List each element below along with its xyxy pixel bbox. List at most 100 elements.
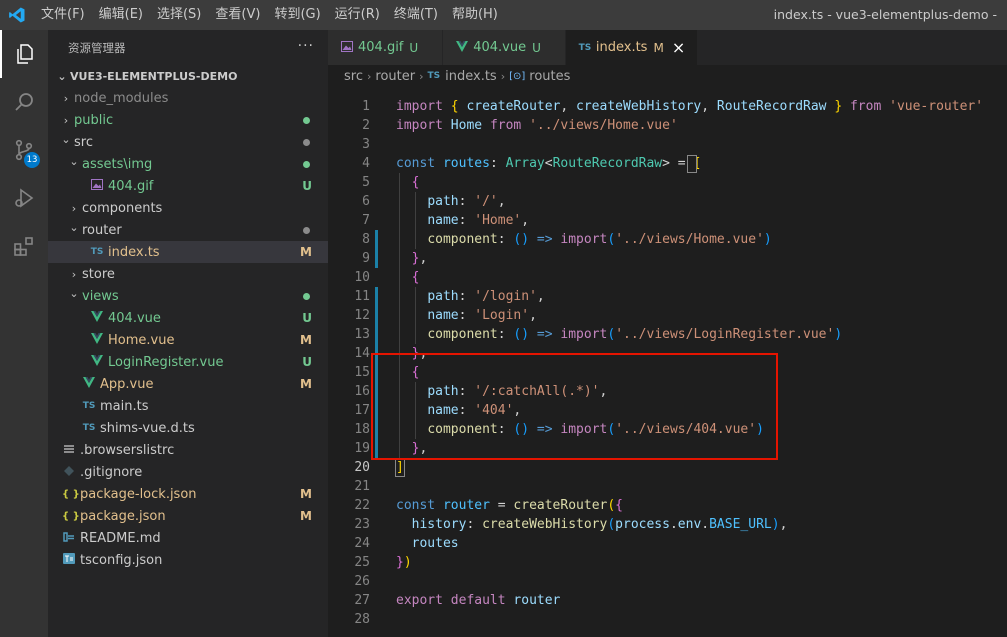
line-number: 21 xyxy=(354,479,370,494)
tree-item-assets-img[interactable]: ⌄ assets\img xyxy=(48,153,328,175)
code-line: 24 routes xyxy=(328,534,1007,553)
window-title: index.ts - vue3-elementplus-demo - xyxy=(773,7,997,22)
menu-item[interactable]: 选择(S) xyxy=(150,0,208,30)
line-number: 7 xyxy=(362,213,370,228)
tree-item-src[interactable]: ⌄ src xyxy=(48,131,328,153)
line-number: 26 xyxy=(354,574,370,589)
chevron-down-icon: ⌄ xyxy=(69,286,79,300)
line-number: 17 xyxy=(354,403,370,418)
breadcrumb-src[interactable]: src xyxy=(344,69,363,84)
tab-git-status: U xyxy=(409,40,419,55)
tree-item-index-ts[interactable]: TS index.ts M xyxy=(48,241,328,263)
more-actions-icon[interactable]: ··· xyxy=(298,38,314,54)
changes-dot-icon xyxy=(303,160,310,168)
git-status-badge: M xyxy=(300,509,312,523)
code-text: history: createWebHistory(process.env.BA… xyxy=(411,517,788,532)
source-control-icon[interactable]: 13 xyxy=(0,126,48,174)
tree-item-shims-vue-d-ts[interactable]: TS shims-vue.d.ts xyxy=(48,417,328,439)
line-number: 4 xyxy=(362,156,370,171)
menu-item[interactable]: 运行(R) xyxy=(328,0,387,30)
tree-item-label: LoginRegister.vue xyxy=(108,354,224,370)
tab-index-ts[interactable]: TS index.ts M × xyxy=(565,30,699,65)
md-file-icon xyxy=(62,531,76,545)
git-status-badge: M xyxy=(300,245,312,259)
tab-404-gif[interactable]: 404.gif U xyxy=(328,30,444,65)
tree-item-404-vue[interactable]: 404.vue U xyxy=(48,307,328,329)
menu-item[interactable]: 文件(F) xyxy=(34,0,92,30)
editor-area: 404.gif U 404.vue U TS index.ts M × src › route… xyxy=(328,30,1007,637)
ts-file-icon: TS xyxy=(90,247,104,257)
menu-item[interactable]: 编辑(E) xyxy=(92,0,150,30)
tree-item-gitignore[interactable]: .gitignore xyxy=(48,461,328,483)
tree-item-store[interactable]: › store xyxy=(48,263,328,285)
project-section-header[interactable]: ⌄ VUE3-ELEMENTPLUS-DEMO xyxy=(48,65,328,87)
sidebar-header: 资源管理器 ··· xyxy=(48,30,328,65)
tab-label: 404.gif xyxy=(358,40,404,55)
tree-item-app-vue[interactable]: App.vue M xyxy=(48,373,328,395)
menu-item[interactable]: 查看(V) xyxy=(208,0,267,30)
explorer-icon[interactable] xyxy=(0,30,48,78)
modified-gutter-marker xyxy=(375,230,378,268)
menu-item[interactable]: 帮助(H) xyxy=(445,0,505,30)
tree-item-browserslistrc[interactable]: .browserslistrc xyxy=(48,439,328,461)
variable-symbol-icon: [⊙] xyxy=(509,70,526,82)
code-line: 4 const routes: Array<RouteRecordRaw> = [ xyxy=(328,154,1007,173)
run-debug-icon[interactable] xyxy=(0,174,48,222)
changes-dot-icon xyxy=(303,226,310,234)
breadcrumb-index-ts[interactable]: index.ts xyxy=(445,69,497,84)
menu-item[interactable]: 终端(T) xyxy=(387,0,445,30)
extensions-icon[interactable] xyxy=(0,222,48,270)
tree-item-package-json[interactable]: { } package.json M xyxy=(48,505,328,527)
ts-file-icon: TS xyxy=(427,71,441,81)
line-number: 6 xyxy=(362,194,370,209)
tree-item-router[interactable]: ⌄ router xyxy=(48,219,328,241)
code-line: 2 import Home from '../views/Home.vue' xyxy=(328,116,1007,135)
code-line: 26 xyxy=(328,572,1007,591)
tree-item-home-vue[interactable]: Home.vue M xyxy=(48,329,328,351)
tree-item-loginregister-vue[interactable]: LoginRegister.vue U xyxy=(48,351,328,373)
tree-item-views[interactable]: ⌄ views xyxy=(48,285,328,307)
json-file-icon: { } xyxy=(62,510,80,522)
search-icon[interactable] xyxy=(0,78,48,126)
tree-item-public[interactable]: › public xyxy=(48,109,328,131)
tree-item-components[interactable]: › components xyxy=(48,197,328,219)
line-number: 25 xyxy=(354,555,370,570)
tree-item-main-ts[interactable]: TS main.ts xyxy=(48,395,328,417)
close-icon[interactable]: × xyxy=(672,38,685,57)
code-line: 20] xyxy=(328,458,1007,477)
tree-item-readme-md[interactable]: README.md xyxy=(48,527,328,549)
code-text: }, xyxy=(411,251,428,266)
chevron-down-icon: ⌄ xyxy=(57,69,67,83)
code-text: import { createRouter, createWebHistory,… xyxy=(396,99,984,114)
code-line: 27 export default router xyxy=(328,591,1007,610)
tree-item-package-lock-json[interactable]: { } package-lock.json M xyxy=(48,483,328,505)
chevron-right-icon: › xyxy=(63,113,69,127)
indent-guide xyxy=(415,192,416,249)
line-number: 16 xyxy=(354,384,370,399)
code-text: component: () => import('../views/Home.v… xyxy=(427,232,772,247)
line-number: 11 xyxy=(354,289,370,304)
line-number: 2 xyxy=(362,118,370,133)
tree-item-tsconfig-json[interactable]: tsconfig.json xyxy=(48,549,328,571)
tree-item-label: views xyxy=(82,288,119,304)
changes-dot-icon xyxy=(303,292,310,300)
line-number: 15 xyxy=(354,365,370,380)
line-number: 19 xyxy=(354,441,370,456)
code-line: 25}) xyxy=(328,553,1007,572)
tree-item-label: store xyxy=(82,266,115,282)
code-text: const router = createRouter({ xyxy=(396,498,623,513)
tree-item-label: router xyxy=(82,222,122,238)
project-name: VUE3-ELEMENTPLUS-DEMO xyxy=(70,69,238,83)
code-line: 23 history: createWebHistory(process.env… xyxy=(328,515,1007,534)
chevron-right-icon: › xyxy=(71,201,77,215)
tree-item-node-modules[interactable]: › node_modules xyxy=(48,87,328,109)
tab-404-vue[interactable]: 404.vue U xyxy=(443,30,566,65)
git-status-badge: U xyxy=(302,355,312,369)
breadcrumb-routes[interactable]: routes xyxy=(529,69,570,84)
tree-item-404-gif[interactable]: 404.gif U xyxy=(48,175,328,197)
line-number: 3 xyxy=(362,137,370,152)
menu-item[interactable]: 转到(G) xyxy=(267,0,327,30)
breadcrumb-router[interactable]: router xyxy=(375,69,415,84)
tree-item-label: package-lock.json xyxy=(80,486,197,502)
code-editor[interactable]: 1 import { createRouter, createWebHistory… xyxy=(328,97,1007,629)
